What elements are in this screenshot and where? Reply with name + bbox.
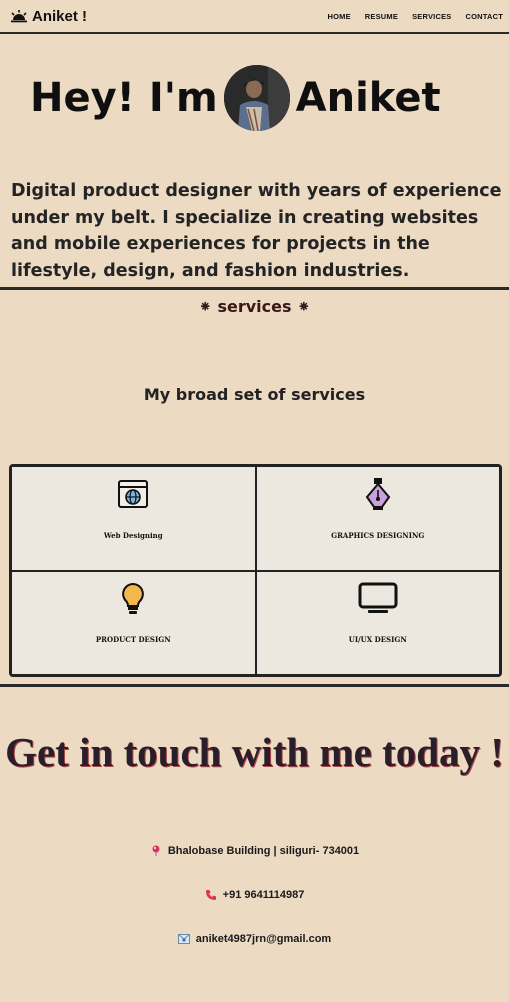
avatar (223, 65, 290, 131)
lightbulb-icon (120, 582, 146, 616)
contact-phone-text: +91 9641114987 (222, 889, 305, 901)
monitor-icon (358, 582, 398, 616)
service-card-web-designing[interactable]: Web Designing (11, 466, 256, 571)
email-icon (177, 933, 190, 945)
nav-link-resume[interactable]: RESUME (365, 12, 398, 21)
brand-label: Aniket ! (32, 7, 88, 25)
nav-link-home[interactable]: HOME (327, 12, 350, 21)
services-heading: ⁕ services ⁕ (198, 297, 311, 316)
contact-email-text: aniket4987jrn@gmail.com (195, 933, 332, 945)
contact-phone[interactable]: +91 9641114987 (0, 889, 509, 901)
service-card-product-design[interactable]: PRODUCT DESIGN (11, 570, 256, 675)
hero-title: Hey! I'm Aniket (30, 62, 441, 134)
service-label: UI/UX DESIGN (348, 635, 407, 644)
service-label: Web Designing (103, 530, 163, 540)
service-label: GRAPHICS DESIGNING (331, 530, 425, 540)
service-card-graphics-designing[interactable]: GRAPHICS DESIGNING (255, 466, 500, 571)
hero-description: Digital product designer with years of e… (11, 181, 502, 281)
location-pin-icon (150, 845, 162, 857)
sunrise-icon (10, 9, 28, 23)
nav-link-services[interactable]: SERVICES (412, 12, 451, 21)
service-label: PRODUCT DESIGN (95, 635, 171, 644)
nav-links: HOME RESUME SERVICES CONTACT (327, 12, 503, 21)
contact-address[interactable]: Bhalobase Building | siliguri- 734001 (0, 845, 509, 857)
navbar: Aniket ! HOME RESUME SERVICES CONTACT (0, 0, 509, 34)
contact-address-text: Bhalobase Building | siliguri- 734001 (167, 845, 360, 857)
globe-window-icon (117, 477, 149, 511)
contact-email[interactable]: aniket4987jrn@gmail.com (0, 933, 509, 945)
pen-nib-icon (364, 477, 392, 511)
hero-title-greeting: Hey! I'm (30, 75, 218, 121)
contact-title: Get in touch with me today ! (5, 729, 504, 775)
phone-icon (205, 889, 217, 901)
brand[interactable]: Aniket ! (10, 8, 87, 25)
service-card-ui-ux-design[interactable]: UI/UX DESIGN (255, 570, 500, 675)
services-subtitle: My broad set of services (143, 385, 366, 404)
section-divider (0, 684, 509, 687)
services-grid: Web Designing GRAPHICS DESIGNING PRODUCT… (9, 464, 502, 677)
hero-title-name: Aniket (295, 75, 441, 121)
section-divider (0, 287, 509, 290)
nav-link-contact[interactable]: CONTACT (465, 12, 503, 21)
